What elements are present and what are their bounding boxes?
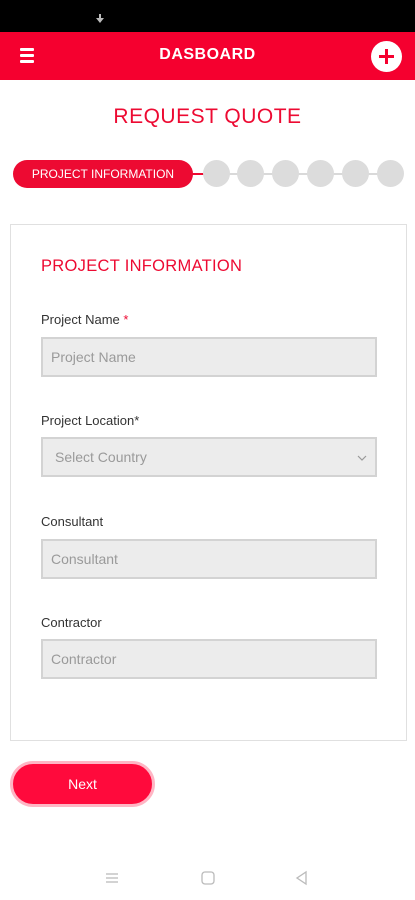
add-button[interactable] [371, 41, 402, 72]
consultant-label: Consultant [41, 514, 104, 529]
section-title: PROJECT INFORMATION [41, 257, 243, 275]
project-name-input[interactable]: Project Name [41, 337, 377, 377]
project-name-label: Project Name * [41, 312, 129, 327]
contractor-input[interactable]: Contractor [41, 639, 377, 679]
back-icon[interactable] [294, 870, 310, 886]
app-title: DASBOARD [159, 46, 256, 63]
step-project-information[interactable]: PROJECT INFORMATION [13, 160, 193, 188]
step-dot[interactable] [307, 160, 334, 187]
download-icon [96, 14, 104, 23]
page-title: REQUEST QUOTE [113, 105, 302, 128]
progress-stepper: PROJECT INFORMATION [13, 159, 405, 189]
step-dot[interactable] [377, 160, 404, 187]
country-select[interactable]: Select Country [41, 437, 377, 477]
home-icon[interactable] [200, 870, 216, 886]
consultant-input[interactable]: Consultant [41, 539, 377, 579]
next-button[interactable]: Next [10, 761, 155, 807]
step-dot[interactable] [203, 160, 230, 187]
app-bar: DASBOARD [0, 32, 415, 80]
step-dot[interactable] [342, 160, 369, 187]
project-location-label: Project Location* [41, 413, 140, 428]
system-nav-bar [0, 860, 415, 900]
step-dot[interactable] [237, 160, 264, 187]
project-form-card: PROJECT INFORMATION Project Name * Proje… [10, 224, 407, 741]
chevron-down-icon [357, 455, 367, 461]
status-bar [0, 0, 415, 32]
contractor-label: Contractor [41, 615, 102, 630]
step-dot[interactable] [272, 160, 299, 187]
recent-apps-icon[interactable] [104, 870, 120, 886]
required-mark: * [123, 312, 129, 327]
